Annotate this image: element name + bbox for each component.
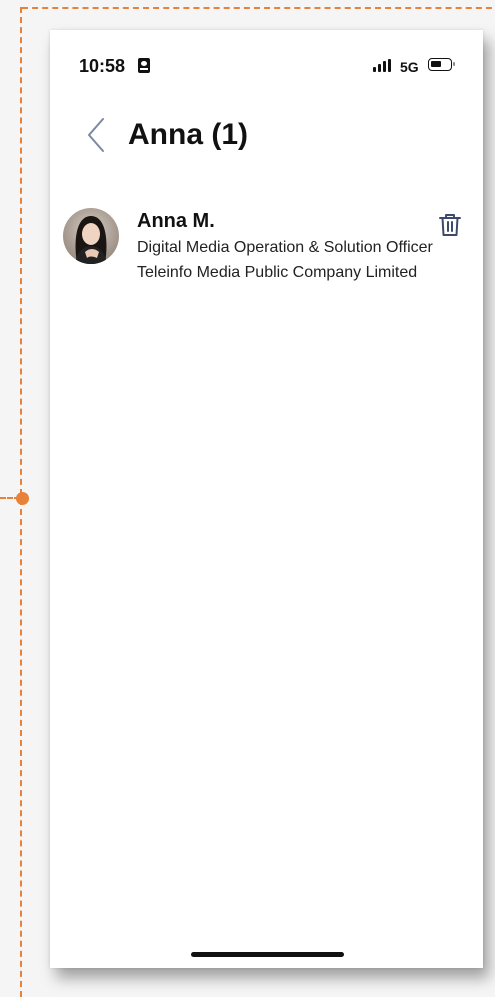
id-badge-icon xyxy=(138,58,150,73)
delete-button[interactable] xyxy=(438,212,462,238)
home-indicator[interactable] xyxy=(191,952,344,957)
network-type: 5G xyxy=(400,59,419,75)
battery-icon xyxy=(428,58,455,71)
annotation-dot xyxy=(16,492,29,505)
contact-company: Teleinfo Media Public Company Limited xyxy=(137,264,418,281)
avatar[interactable] xyxy=(63,208,119,264)
contact-row[interactable]: Anna M. Digital Media Operation & Soluti… xyxy=(50,202,483,292)
status-time: 10:58 xyxy=(79,56,126,76)
contact-job-title: Digital Media Operation & Solution Offic… xyxy=(137,239,433,256)
status-bar: 10:58 5G xyxy=(50,30,483,100)
phone-screen: 10:58 5G Anna (1) Anna M. Digital Media … xyxy=(50,30,483,968)
contact-name: Anna M. xyxy=(137,210,215,232)
chevron-left-icon xyxy=(88,118,104,152)
signal-icon xyxy=(373,59,393,72)
back-button[interactable] xyxy=(83,115,113,155)
trash-icon xyxy=(439,214,461,236)
page-title: Anna (1) xyxy=(128,118,248,151)
annotation-frame-top xyxy=(22,7,495,9)
profile-photo xyxy=(63,208,119,264)
